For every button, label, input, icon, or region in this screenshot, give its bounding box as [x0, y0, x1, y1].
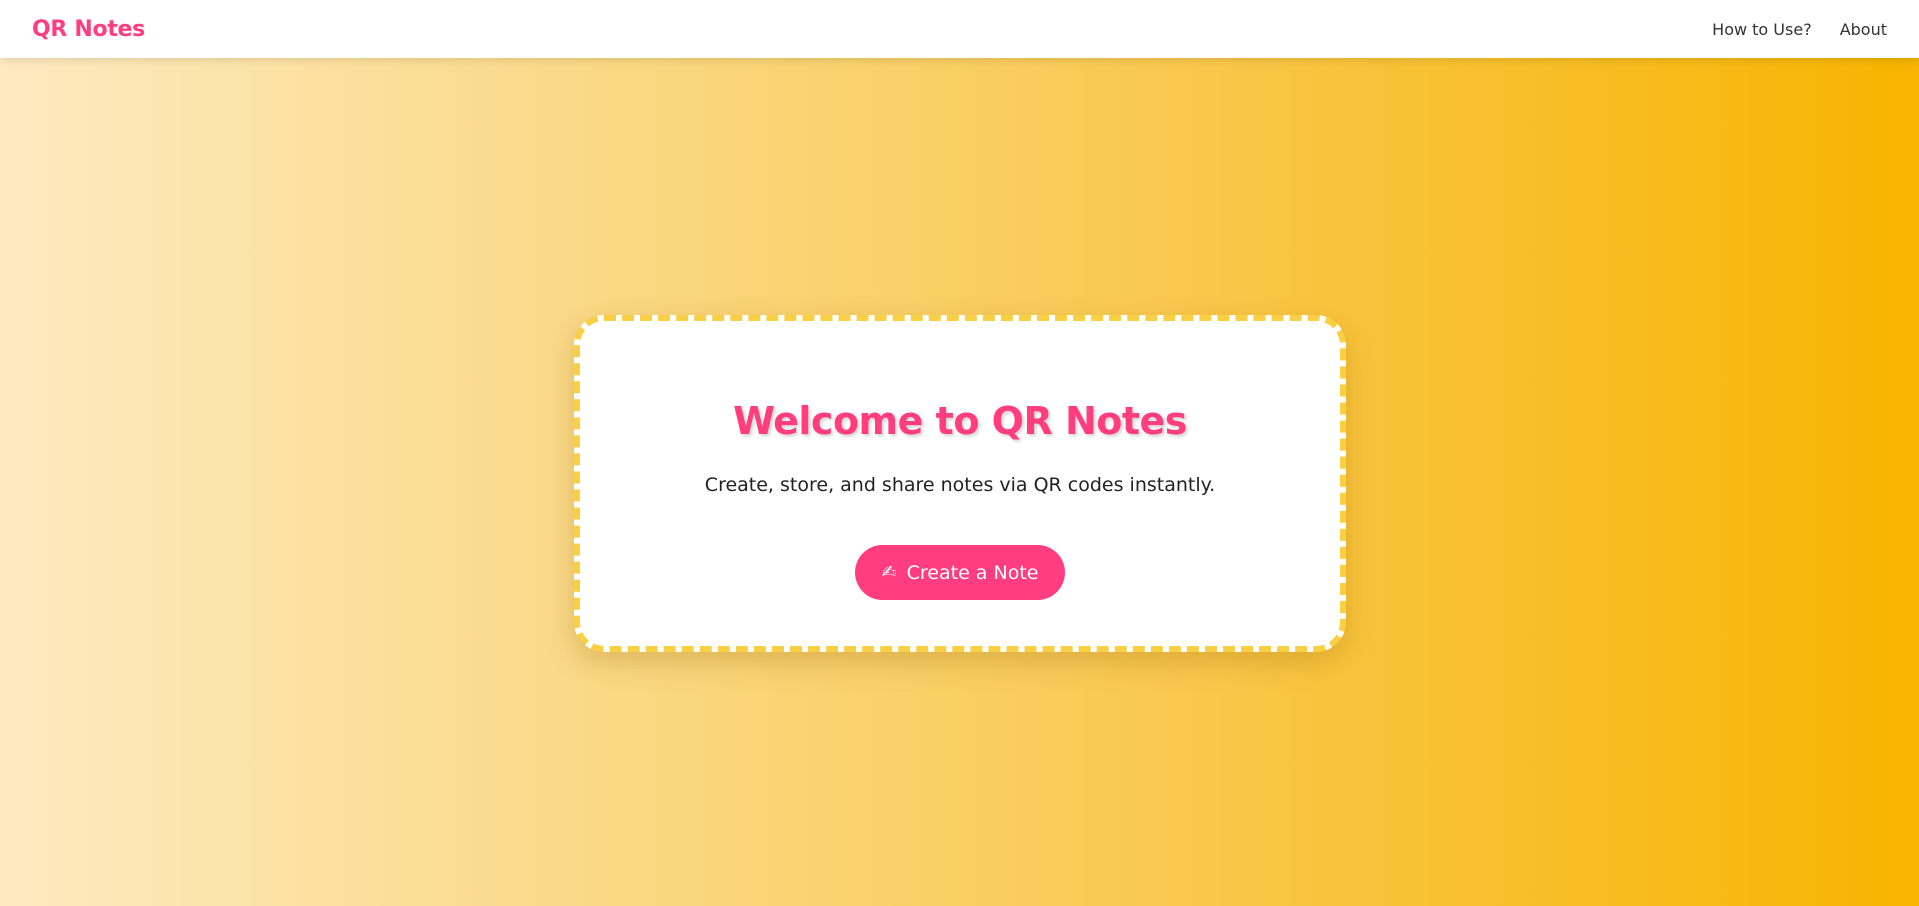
page-title: Welcome to QR Notes — [733, 399, 1187, 443]
welcome-card: Welcome to QR Notes Create, store, and s… — [574, 315, 1346, 652]
create-note-label: Create a Note — [906, 561, 1039, 584]
page-subtitle: Create, store, and share notes via QR co… — [704, 474, 1216, 496]
writing-hand-icon: ✍ — [881, 561, 897, 583]
top-navbar: QR Notes How to Use? About — [0, 0, 1919, 58]
create-note-button[interactable]: ✍ Create a Note — [855, 545, 1065, 600]
nav-link-about[interactable]: About — [1840, 20, 1887, 39]
nav-links: How to Use? About — [1712, 20, 1887, 39]
brand-logo-link[interactable]: QR Notes — [32, 17, 145, 42]
nav-link-how-to-use[interactable]: How to Use? — [1712, 20, 1812, 39]
